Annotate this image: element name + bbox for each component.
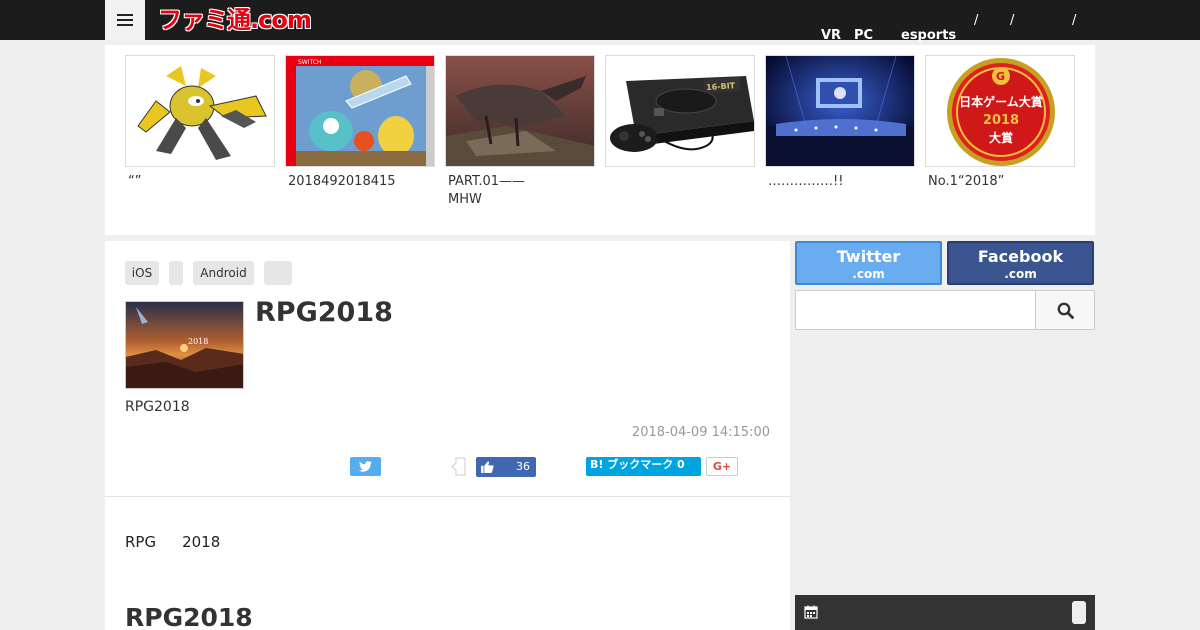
nav-separator: / [974,13,979,28]
body-word: RPG [125,533,157,551]
twitter-domain: .com [852,267,885,281]
switch-game-cover-image: SWITCH [286,56,434,166]
hamburger-line [117,14,133,16]
site-header: ファミ通.com / / / VR PC esports [0,0,1200,43]
nav-link-esports[interactable]: esports [901,28,956,43]
search-icon [1057,302,1074,319]
tag-item[interactable] [264,261,292,285]
hamburger-line [117,24,133,26]
carousel-thumbnail[interactable]: 16-BIT [605,55,755,167]
twitter-label: Twitter [836,247,901,266]
carousel-card[interactable]: G 日本ゲーム大賞 2018 大賞 No.1“2018” [925,55,1075,191]
article-heading: RPG2018 [125,603,253,630]
nav-separator: / [1072,13,1077,28]
pokemon-character-image [137,66,267,160]
carousel-thumbnail[interactable] [125,55,275,167]
scrollbar-handle[interactable] [1072,601,1086,624]
award-year-text: 2018 [983,113,1019,128]
site-search [795,290,1095,330]
twitter-bird-icon [359,461,372,472]
featured-carousel: “” SWITCH 2018492018415 PART.01—— MHW 16… [105,45,1095,235]
article-subtitle: RPG2018 [125,399,190,415]
calendar-widget-bar [795,595,1095,630]
facebook-label: Facebook [977,247,1064,266]
switch-label: SWITCH [298,59,322,66]
carousel-thumbnail[interactable] [445,55,595,167]
carousel-caption[interactable]: PART.01—— MHW [445,173,595,209]
article-thumbnail-image: 2018 [126,302,243,388]
carousel-caption[interactable]: 2018492018415 [285,173,435,191]
thumbs-up-icon [481,461,494,473]
carousel-card[interactable]: ……………!! [765,55,915,191]
calendar-icon [804,605,818,619]
count-bubble [451,457,466,476]
monster-hunter-scene-image [446,56,594,166]
facebook-like-button[interactable]: 36 [476,457,536,477]
tag-ios[interactable]: iOS [125,261,159,285]
carousel-thumbnail[interactable]: SWITCH [285,55,435,167]
carousel-thumbnail[interactable]: G 日本ゲーム大賞 2018 大賞 [925,55,1075,167]
thumbnail-year-text: 2018 [188,337,208,346]
global-nav: / / / VR PC esports [800,0,1100,43]
hamburger-menu-button[interactable] [105,0,145,40]
carousel-card[interactable]: 16-BIT [605,55,755,173]
body-word: 2018 [182,533,221,551]
carousel-thumbnail[interactable] [765,55,915,167]
tag-item[interactable] [169,261,183,285]
nav-link-vr[interactable]: VR [821,28,841,43]
facebook-follow-button[interactable]: Facebook .com [947,241,1094,285]
orchestra-concert-image [766,56,914,166]
search-input[interactable] [795,290,1036,330]
search-button[interactable] [1035,290,1095,330]
tweet-button[interactable] [350,457,381,476]
nav-separator: / [1010,13,1015,28]
article-divider [105,496,790,497]
article-title: RPG2018 [255,297,393,328]
speech-bubble-icon [451,457,466,476]
site-logo[interactable]: ファミ通.com [158,5,312,35]
tag-android[interactable]: Android [193,261,254,285]
twitter-follow-button[interactable]: Twitter .com [795,241,942,285]
carousel-caption[interactable]: “” [125,173,275,191]
carousel-caption[interactable]: ……………!! [765,173,915,191]
carousel-card[interactable]: “” [125,55,275,191]
award-grand-text: 大賞 [989,130,1013,145]
article-date: 2018-04-09 14:15:00 [631,425,770,440]
facebook-domain: .com [1004,267,1037,281]
article-body-text: RPG 2018 [125,533,246,551]
mega-drive-console-image: 16-BIT [610,76,754,152]
svg-text:G: G [996,70,1005,83]
japan-game-awards-badge-image: G 日本ゲーム大賞 2018 大賞 [947,58,1055,166]
hatena-bookmark-button[interactable]: B! ブックマーク 0 [586,457,701,476]
award-title-text: 日本ゲーム大賞 [959,94,1043,109]
carousel-card[interactable]: SWITCH 2018492018415 [285,55,435,191]
google-plus-button[interactable]: G+ [706,457,738,476]
carousel-caption[interactable]: No.1“2018” [925,173,1075,191]
article-panel: iOS Android 2018 RPG2018 RPG2018 2018-04… [105,241,790,630]
hamburger-line [117,19,133,21]
nav-link-pc[interactable]: PC [854,28,873,43]
article-thumbnail[interactable]: 2018 [125,301,244,389]
carousel-card[interactable]: PART.01—— MHW [445,55,595,209]
like-count: 36 [516,460,530,473]
